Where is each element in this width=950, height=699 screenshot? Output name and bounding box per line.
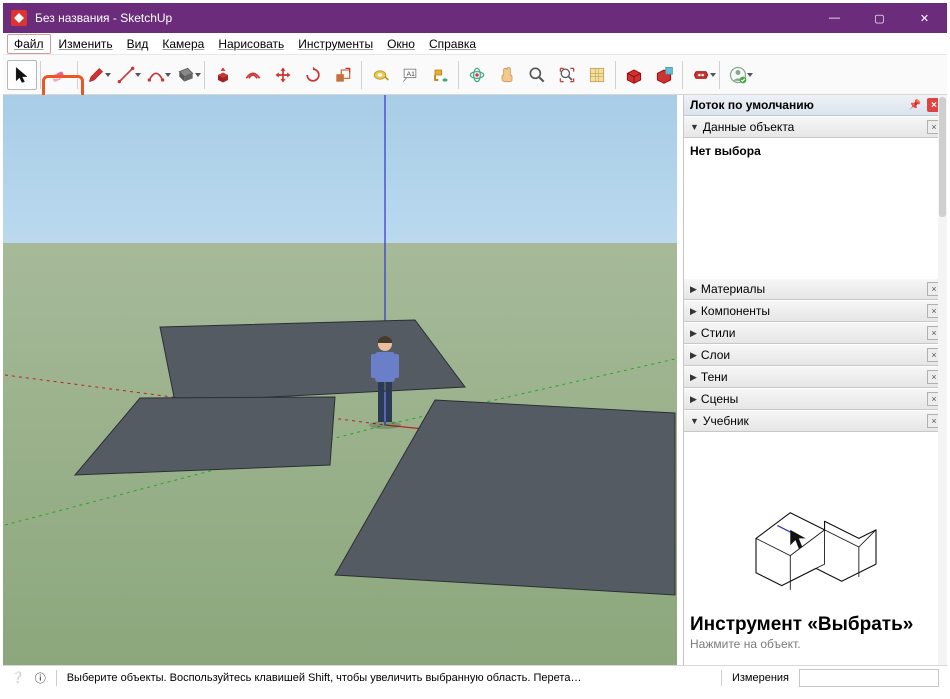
svg-text:A1: A1 <box>407 70 415 77</box>
paint-tool-button[interactable] <box>425 60 455 90</box>
extensions-button[interactable] <box>686 60 716 90</box>
section-shadows[interactable]: ▶Тени× <box>684 366 947 388</box>
toolbar: A1 <box>3 55 947 95</box>
no-selection-label: Нет выбора <box>690 144 761 158</box>
rotate-tool-button[interactable] <box>298 60 328 90</box>
line-tool-button[interactable] <box>111 60 141 90</box>
3dwarehouse-send-button[interactable] <box>649 60 679 90</box>
section-materials[interactable]: ▶Материалы× <box>684 278 947 300</box>
measurements-input[interactable] <box>799 669 939 687</box>
zoom-tool-button[interactable] <box>522 60 552 90</box>
instructor-title: Инструмент «Выбрать» <box>690 615 913 635</box>
menu-draw[interactable]: Нарисовать <box>212 35 290 53</box>
orbit-tool-button[interactable] <box>462 60 492 90</box>
menu-camera[interactable]: Камера <box>156 35 210 53</box>
window-title: Без названия - SketchUp <box>35 11 812 25</box>
offset-tool-button[interactable] <box>238 60 268 90</box>
section-components[interactable]: ▶Компоненты× <box>684 300 947 322</box>
tray-title-label: Лоток по умолчанию <box>690 98 814 112</box>
section-entity-info[interactable]: ▼Данные объекта× <box>684 116 947 138</box>
viewport-3d[interactable] <box>3 95 683 665</box>
pan-tool-button[interactable] <box>492 60 522 90</box>
menu-tools[interactable]: Инструменты <box>292 35 379 53</box>
close-button[interactable]: ✕ <box>902 3 947 33</box>
pushpull-tool-button[interactable] <box>208 60 238 90</box>
section-instructor[interactable]: ▼Учебник× <box>684 410 947 432</box>
default-tray: Лоток по умолчанию 📌 × ▼Данные объекта× … <box>683 95 947 665</box>
menubar: Файл Изменить Вид Камера Нарисовать Инст… <box>3 33 947 55</box>
instructor-hint: Нажмите на объект. <box>690 637 801 651</box>
section-scenes[interactable]: ▶Сцены× <box>684 388 947 410</box>
info-icon[interactable]: ⓘ <box>35 670 46 686</box>
measurements-label: Измерения <box>732 672 789 684</box>
zoom-extents-tool-button[interactable] <box>552 60 582 90</box>
eraser-tool-button[interactable] <box>44 60 74 90</box>
user-button[interactable] <box>723 60 753 90</box>
maximize-button[interactable]: ▢ <box>857 3 902 33</box>
pin-icon[interactable]: 📌 <box>909 100 921 111</box>
select-tool-button[interactable] <box>7 60 37 90</box>
minimize-button[interactable]: — <box>812 3 857 33</box>
menu-window[interactable]: Окно <box>381 35 421 53</box>
menu-help[interactable]: Справка <box>423 35 482 53</box>
add-location-button[interactable] <box>582 60 612 90</box>
instructor-content: Инструмент «Выбрать» Нажмите на объект. <box>684 432 947 665</box>
scale-tool-button[interactable] <box>328 60 358 90</box>
menu-file[interactable]: Файл <box>7 34 51 54</box>
rectangle-tool-button[interactable] <box>171 60 201 90</box>
menu-view[interactable]: Вид <box>121 35 155 53</box>
instructor-illustration <box>726 487 906 607</box>
section-styles[interactable]: ▶Стили× <box>684 322 947 344</box>
menu-edit[interactable]: Изменить <box>53 35 119 53</box>
tray-scrollbar[interactable] <box>938 95 947 665</box>
move-tool-button[interactable] <box>268 60 298 90</box>
text-tool-button[interactable]: A1 <box>395 60 425 90</box>
tape-tool-button[interactable] <box>365 60 395 90</box>
app-icon <box>11 10 27 26</box>
section-layers[interactable]: ▶Слои× <box>684 344 947 366</box>
statusbar: ❔ ⓘ Выберите объекты. Воспользуйтесь кла… <box>3 665 947 689</box>
titlebar: Без названия - SketchUp — ▢ ✕ <box>3 3 947 33</box>
pencil-tool-button[interactable] <box>81 60 111 90</box>
status-hint: Выберите объекты. Воспользуйтесь клавише… <box>67 672 711 684</box>
arc-tool-button[interactable] <box>141 60 171 90</box>
tray-title[interactable]: Лоток по умолчанию 📌 × <box>684 95 947 116</box>
3dwarehouse-get-button[interactable] <box>619 60 649 90</box>
help-icon[interactable]: ❔ <box>11 671 25 684</box>
entity-info-content: Нет выбора <box>684 138 947 278</box>
